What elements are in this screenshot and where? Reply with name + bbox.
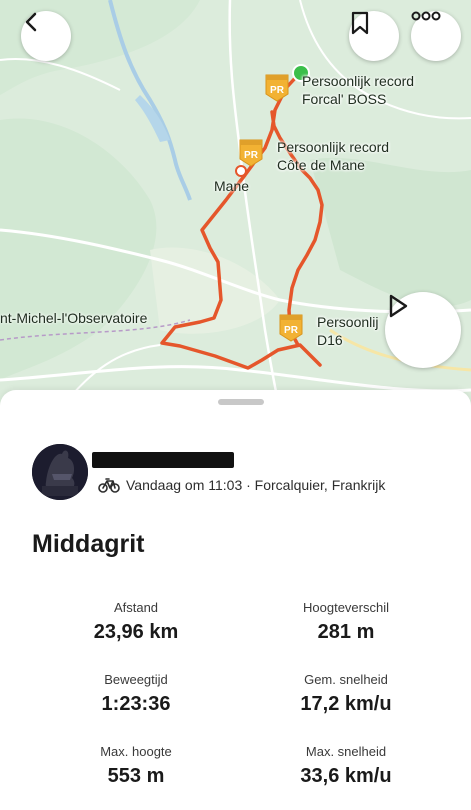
place-label-mane: Mane <box>214 178 250 194</box>
stat-label: Max. snelheid <box>305 744 387 759</box>
bookmark-button[interactable] <box>349 11 399 61</box>
chevron-left-icon <box>25 12 37 32</box>
bookmark-icon <box>351 11 369 35</box>
pr-label-forcal-boss[interactable]: Persoonlijk record Forcal' BOSS <box>302 72 414 108</box>
pr-badge-icon[interactable]: PR <box>264 72 290 102</box>
stat-avg-speed: Gem. snelheid 17,2 km/u <box>246 672 446 716</box>
stat-value: 33,6 km/u <box>300 765 392 787</box>
pr-label-d16[interactable]: Persoonlij D16 <box>317 313 378 349</box>
pr-label-line2: Côte de Mane <box>277 157 365 173</box>
stat-value: 281 m <box>317 621 375 643</box>
stat-distance: Afstand 23,96 km <box>36 600 236 644</box>
pr-badge-icon[interactable]: PR <box>278 312 304 342</box>
stat-label: Max. hoogte <box>100 744 172 759</box>
pr-label-line1: Persoonlijk record <box>302 73 415 89</box>
stat-max-elevation: Max. hoogte 553 m <box>36 744 236 788</box>
stat-label: Hoogteverschil <box>303 600 389 615</box>
stat-label: Beweegtijd <box>104 672 168 687</box>
play-icon <box>389 294 408 318</box>
sheet-drag-handle[interactable] <box>218 399 264 405</box>
stat-value: 1:23:36 <box>101 693 171 715</box>
play-flyover-button[interactable] <box>385 292 461 368</box>
stat-label: Afstand <box>113 600 159 615</box>
more-dots-icon <box>411 11 441 21</box>
activity-title: Middagrit <box>32 530 145 558</box>
pr-label-cote-de-mane[interactable]: Persoonlijk record Côte de Mane <box>277 138 389 174</box>
pr-badge-icon[interactable]: PR <box>238 137 264 167</box>
activity-meta-text: Vandaag om 11:03 · Forcalquier, Frankrij… <box>126 477 386 493</box>
stat-value: 17,2 km/u <box>300 693 392 715</box>
pr-label-line1: Persoonlij <box>317 314 379 330</box>
stat-max-speed: Max. snelheid 33,6 km/u <box>246 744 446 788</box>
pr-label-line2: Forcal' BOSS <box>302 91 387 107</box>
stat-moving-time: Beweegtijd 1:23:36 <box>36 672 236 716</box>
stat-value: 23,96 km <box>93 621 179 643</box>
route-map[interactable]: Mane nt-Michel-l'Observatoire PR PR PR P… <box>0 0 471 410</box>
place-label-observatoire: nt-Michel-l'Observatoire <box>0 310 148 326</box>
redacted-athlete-name <box>92 452 234 468</box>
stat-label: Gem. snelheid <box>304 672 388 687</box>
more-button[interactable] <box>411 11 461 61</box>
stat-value: 553 m <box>107 765 165 787</box>
back-button[interactable] <box>21 11 71 61</box>
stat-elevation-gain: Hoogteverschil 281 m <box>246 600 446 644</box>
pr-badge-text: PR <box>270 85 285 96</box>
pr-label-line2: D16 <box>317 332 343 348</box>
activity-meta: Vandaag om 11:03 · Forcalquier, Frankrij… <box>98 477 385 493</box>
pr-badge-text: PR <box>284 325 299 336</box>
pr-label-line1: Persoonlijk record <box>277 139 390 155</box>
pr-badge-text: PR <box>244 150 259 161</box>
activity-sheet: Vandaag om 11:03 · Forcalquier, Frankrij… <box>0 390 471 810</box>
bike-icon <box>98 478 120 493</box>
avatar[interactable] <box>32 444 88 500</box>
